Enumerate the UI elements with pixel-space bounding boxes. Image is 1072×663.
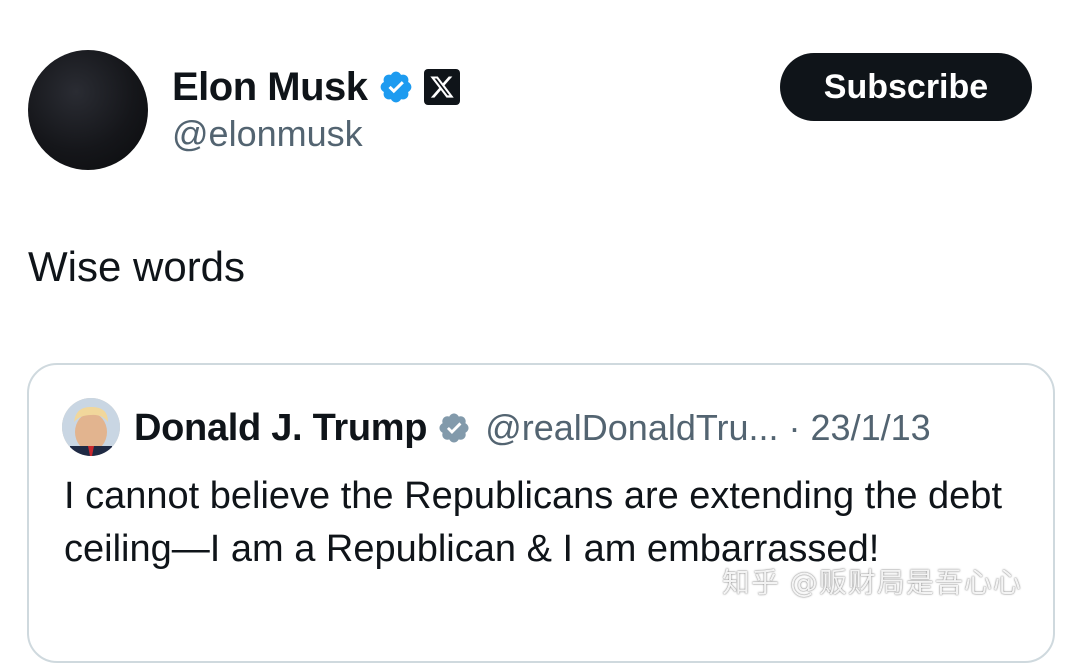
quoted-author-avatar[interactable]: [62, 398, 120, 456]
separator-dot: ·: [788, 407, 801, 448]
quoted-author-handle[interactable]: @realDonaldTru...: [485, 407, 778, 449]
tweet-screenshot: Elon Musk @elonmusk Subscribe Wise words: [0, 0, 1072, 663]
x-logo-icon: [423, 69, 460, 105]
post-text: Wise words: [28, 243, 246, 290]
quoted-post-date[interactable]: 23/1/13: [811, 407, 931, 449]
author-avatar[interactable]: [28, 50, 148, 170]
watermark-text: 知乎 @贩财局是吾心心: [722, 566, 1022, 599]
quoted-author-display-name[interactable]: Donald J. Trump: [134, 407, 428, 450]
quoted-post-header: Donald J. Trump @realDonaldTru... · 23/1…: [134, 404, 931, 452]
author-display-name[interactable]: Elon Musk: [172, 64, 368, 110]
author-name-row: Elon Musk: [172, 64, 460, 110]
subscribe-button[interactable]: Subscribe: [780, 53, 1032, 121]
verified-badge-icon[interactable]: [437, 411, 471, 445]
verified-badge-icon[interactable]: [378, 69, 414, 105]
author-handle[interactable]: @elonmusk: [172, 112, 363, 156]
